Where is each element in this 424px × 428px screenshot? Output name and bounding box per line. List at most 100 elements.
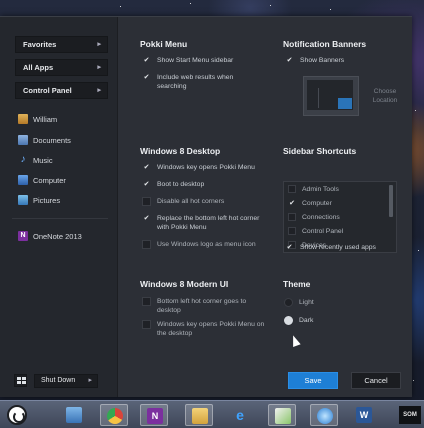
internet-explorer-icon: e bbox=[236, 407, 244, 423]
theme-option-light[interactable]: Light bbox=[284, 298, 314, 307]
theme-option-label: Dark bbox=[299, 317, 314, 324]
option-show-banners[interactable]: ✔ Show Banners bbox=[285, 56, 395, 65]
file-explorer-icon bbox=[66, 407, 82, 423]
favorites-label: Favorites bbox=[23, 40, 57, 49]
taskbar: N e W SOM bbox=[0, 400, 424, 428]
checkbox-empty bbox=[288, 213, 296, 221]
windows8-desktop-heading: Windows 8 Desktop bbox=[140, 146, 221, 156]
taskbar-internet-explorer[interactable]: e bbox=[226, 404, 254, 426]
checkmark-icon: ✔ bbox=[143, 215, 150, 222]
taskbar-file-explorer[interactable] bbox=[60, 404, 88, 426]
option-label: Windows key opens Pokki Menu bbox=[157, 164, 255, 171]
pokki-start-button[interactable] bbox=[7, 405, 27, 425]
windows-logo-button[interactable] bbox=[14, 374, 27, 387]
choose-location-label: Choose Location bbox=[372, 88, 398, 104]
taskbar-folder[interactable] bbox=[185, 404, 213, 426]
checkbox-empty bbox=[142, 240, 151, 249]
option-label: Disable all hot corners bbox=[157, 198, 225, 205]
shortcut-label: Admin Tools bbox=[302, 186, 339, 193]
pokki-menu-window: Favorites ▸ All Apps ▸ Control Panel ▸ W… bbox=[0, 16, 412, 397]
option-key-opens-menu-desktop[interactable]: Windows key opens Pokki Menu on the desk… bbox=[142, 320, 267, 338]
option-label: Include web results when searching bbox=[157, 74, 234, 90]
option-label: Show Start Menu sidebar bbox=[157, 57, 234, 64]
sidebar-link-computer[interactable]: Computer bbox=[18, 173, 66, 187]
pinned-app-label: OneNote 2013 bbox=[33, 231, 82, 241]
folder-icon bbox=[192, 408, 208, 424]
cancel-button[interactable]: Cancel bbox=[351, 372, 401, 389]
windows-logo-icon bbox=[17, 377, 21, 380]
checkmark-icon: ✔ bbox=[143, 164, 150, 171]
option-hot-corner-desktop[interactable]: Bottom left hot corner goes to desktop bbox=[142, 297, 267, 315]
checkbox-empty bbox=[142, 197, 151, 206]
sidebar-link-pictures[interactable]: Pictures bbox=[18, 193, 60, 207]
option-web-results[interactable]: ✔ Include web results when searching bbox=[142, 73, 257, 91]
shortcut-admin-tools[interactable]: Admin Tools bbox=[288, 185, 339, 194]
checkbox-empty bbox=[142, 320, 151, 329]
shortcut-label: Control Panel bbox=[302, 228, 344, 235]
sidebar-link-label: Computer bbox=[33, 175, 66, 185]
shortcut-label: Computer bbox=[302, 200, 332, 207]
option-label: Bottom left hot corner goes to desktop bbox=[157, 298, 247, 314]
theme-option-label: Light bbox=[299, 299, 314, 306]
taskbar-paint[interactable] bbox=[268, 404, 296, 426]
shortcut-connections[interactable]: Connections bbox=[288, 213, 340, 222]
taskbar-word[interactable]: W bbox=[350, 404, 378, 426]
control-panel-label: Control Panel bbox=[23, 86, 72, 95]
onenote-icon: N bbox=[147, 408, 163, 424]
option-show-recent-apps[interactable]: ✔ Show recently used apps bbox=[285, 243, 405, 252]
documents-icon bbox=[18, 135, 28, 145]
save-button[interactable]: Save bbox=[288, 372, 338, 389]
chevron-right-icon: ▸ bbox=[88, 377, 92, 384]
word-icon: W bbox=[356, 407, 372, 423]
checkmark-icon: ✔ bbox=[143, 57, 150, 64]
shut-down-label: Shut Down bbox=[41, 377, 76, 384]
all-apps-label: All Apps bbox=[23, 63, 54, 72]
user-folder-icon bbox=[18, 114, 28, 124]
taskbar-logo-badge: SOM bbox=[399, 406, 421, 424]
sidebar-divider bbox=[12, 218, 108, 219]
sidebar-link-label: William bbox=[33, 114, 58, 124]
chevron-right-icon: ▸ bbox=[97, 41, 101, 48]
theme-heading: Theme bbox=[283, 279, 311, 289]
taskbar-itunes[interactable] bbox=[310, 404, 338, 426]
shortcut-computer[interactable]: ✔ Computer bbox=[288, 199, 332, 208]
banner-location-preview[interactable] bbox=[303, 76, 359, 116]
pokki-menu-heading: Pokki Menu bbox=[140, 39, 188, 49]
sidebar-link-label: Pictures bbox=[33, 195, 61, 205]
shut-down-button[interactable]: Shut Down ▸ bbox=[34, 374, 98, 388]
option-label: Use Windows logo as menu icon bbox=[157, 241, 256, 248]
checkmark-icon: ✔ bbox=[286, 244, 293, 251]
option-label: Show recently used apps bbox=[300, 244, 376, 251]
shortcuts-scrollbar[interactable] bbox=[389, 185, 393, 217]
chrome-icon bbox=[107, 408, 123, 424]
sidebar-link-label: Documents bbox=[33, 135, 71, 145]
windows8-modern-heading: Windows 8 Modern UI bbox=[140, 279, 229, 289]
option-windows-logo-icon[interactable]: Use Windows logo as menu icon bbox=[142, 240, 277, 249]
checkmark-icon: ✔ bbox=[143, 181, 150, 188]
mouse-cursor-icon bbox=[289, 333, 301, 348]
taskbar-chrome[interactable] bbox=[100, 404, 128, 426]
option-label: Windows key opens Pokki Menu on the desk… bbox=[157, 321, 265, 337]
pinned-app-onenote[interactable]: N OneNote 2013 bbox=[18, 229, 82, 243]
taskbar-onenote[interactable]: N bbox=[140, 404, 168, 426]
option-windows-key-opens-menu[interactable]: ✔ Windows key opens Pokki Menu bbox=[142, 163, 272, 172]
control-panel-button[interactable]: Control Panel ▸ bbox=[15, 82, 108, 99]
chevron-right-icon: ▸ bbox=[97, 64, 101, 71]
music-icon: ♪ bbox=[20, 154, 26, 165]
option-show-sidebar[interactable]: ✔ Show Start Menu sidebar bbox=[142, 56, 262, 65]
sidebar-link-music[interactable]: ♪ Music bbox=[18, 153, 53, 167]
theme-option-dark[interactable]: Dark bbox=[284, 316, 313, 325]
onenote-icon: N bbox=[18, 231, 28, 241]
checkmark-icon: ✔ bbox=[143, 74, 150, 81]
checkmark-icon: ✔ bbox=[286, 57, 293, 64]
option-replace-hot-corner[interactable]: ✔ Replace the bottom left hot corner wit… bbox=[142, 214, 260, 232]
favorites-button[interactable]: Favorites ▸ bbox=[15, 36, 108, 53]
option-label: Replace the bottom left hot corner with … bbox=[157, 215, 260, 231]
sidebar-link-william[interactable]: William bbox=[18, 112, 57, 126]
option-boot-to-desktop[interactable]: ✔ Boot to desktop bbox=[142, 180, 272, 189]
shortcut-control-panel[interactable]: Control Panel bbox=[288, 227, 343, 236]
option-disable-hot-corners[interactable]: Disable all hot corners bbox=[142, 197, 272, 206]
radio-button-selected bbox=[284, 316, 293, 325]
sidebar-link-documents[interactable]: Documents bbox=[18, 133, 71, 147]
all-apps-button[interactable]: All Apps ▸ bbox=[15, 59, 108, 76]
